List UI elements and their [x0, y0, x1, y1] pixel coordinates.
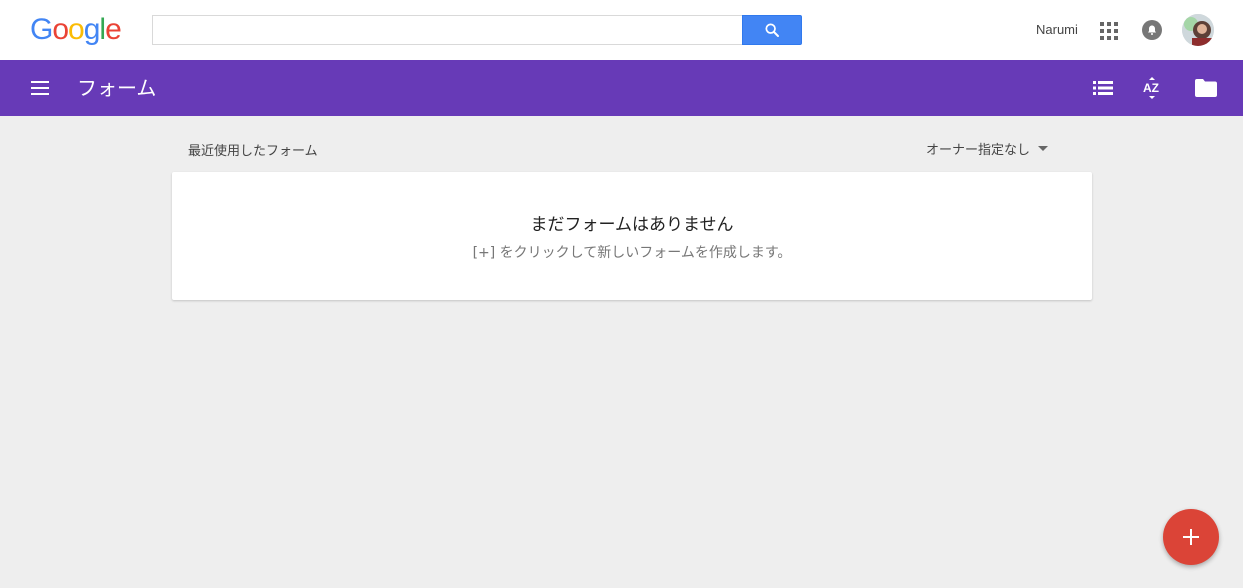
svg-text:AZ: AZ — [1143, 81, 1159, 95]
main-menu-icon[interactable] — [30, 78, 50, 98]
owner-filter-dropdown[interactable]: オーナー指定なし — [926, 139, 1049, 158]
list-view-icon[interactable] — [1091, 76, 1115, 100]
logo-letter: G — [30, 13, 53, 46]
logo-letter: o — [52, 13, 69, 46]
google-bar: Google Narumi — [0, 0, 1243, 60]
page-title: フォーム — [77, 76, 157, 100]
create-form-button[interactable] — [1163, 509, 1219, 565]
plus-icon — [1183, 529, 1199, 545]
logo-letter: g — [83, 13, 101, 46]
empty-state-subtitle: [+] をクリックして新しいフォームを作成します。 — [472, 245, 792, 261]
sort-az-icon[interactable]: AZ — [1140, 76, 1164, 100]
empty-state-title: まだフォームはありません — [530, 215, 734, 235]
folder-icon[interactable] — [1194, 76, 1218, 100]
apps-grid-icon[interactable] — [1098, 20, 1118, 40]
notifications-bell-icon[interactable] — [1142, 20, 1162, 40]
logo-letter: e — [105, 13, 122, 46]
account-avatar[interactable] — [1182, 14, 1214, 46]
search-input[interactable] — [152, 15, 743, 45]
section-label-recent-forms: 最近使用したフォーム — [188, 144, 318, 159]
avatar-image — [1182, 14, 1214, 46]
app-bar: フォーム AZ — [0, 60, 1243, 116]
search-button[interactable] — [742, 15, 802, 45]
google-logo[interactable]: Google — [30, 12, 122, 48]
logo-letter: o — [68, 13, 85, 46]
owner-filter-label: オーナー指定なし — [926, 143, 1031, 158]
empty-state-card: まだフォームはありません [+] をクリックして新しいフォームを作成します。 — [172, 172, 1092, 300]
user-name[interactable]: Narumi — [1036, 22, 1078, 37]
search-icon — [765, 23, 779, 37]
caret-down-icon — [1038, 146, 1049, 151]
bell-icon — [1148, 25, 1156, 35]
search-box — [152, 15, 802, 45]
